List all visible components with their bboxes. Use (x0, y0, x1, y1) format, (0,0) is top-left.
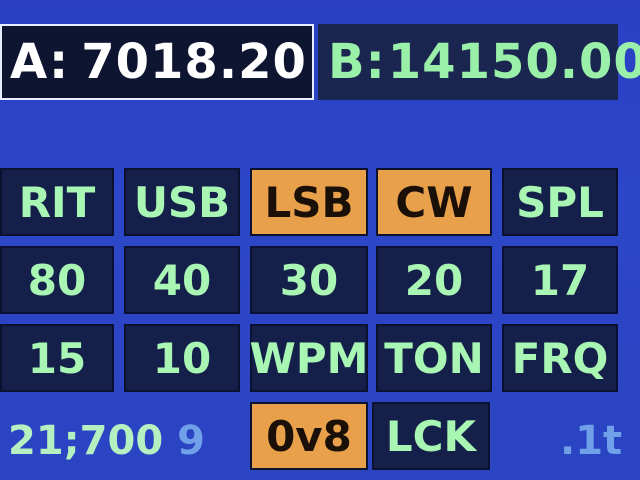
vfo-a-display[interactable]: A: 7018.20 (0, 24, 314, 100)
vfo-b-frequency: 14150.00 (387, 34, 640, 90)
band-80-button[interactable]: 80 (0, 246, 114, 314)
status-right: .1t (560, 418, 623, 464)
ton-button[interactable]: TON (376, 324, 492, 392)
status-left: 21;700 9 (8, 418, 205, 464)
vfo-b-label: B: (328, 34, 386, 90)
lsb-button[interactable]: LSB (250, 168, 368, 236)
frq-button[interactable]: FRQ (502, 324, 618, 392)
vfo-b-display[interactable]: B: 14150.00 (318, 24, 640, 100)
status-left-value: 21;700 (8, 418, 164, 464)
band-30-button[interactable]: 30 (250, 246, 368, 314)
cw-button[interactable]: CW (376, 168, 492, 236)
band-20-button[interactable]: 20 (376, 246, 492, 314)
band-40-button[interactable]: 40 (124, 246, 240, 314)
status-left-tail: 9 (177, 418, 205, 464)
band-15-button[interactable]: 15 (0, 324, 114, 392)
lock-button[interactable]: LCK (372, 402, 490, 470)
version-button[interactable]: 0v8 (250, 402, 368, 470)
rit-button[interactable]: RIT (0, 168, 114, 236)
band-10-button[interactable]: 10 (124, 324, 240, 392)
vfo-a-frequency: 7018.20 (81, 34, 307, 90)
spl-button[interactable]: SPL (502, 168, 618, 236)
band-17-button[interactable]: 17 (502, 246, 618, 314)
vfo-a-label: A: (10, 34, 70, 90)
wpm-button[interactable]: WPM (250, 324, 368, 392)
usb-button[interactable]: USB (124, 168, 240, 236)
